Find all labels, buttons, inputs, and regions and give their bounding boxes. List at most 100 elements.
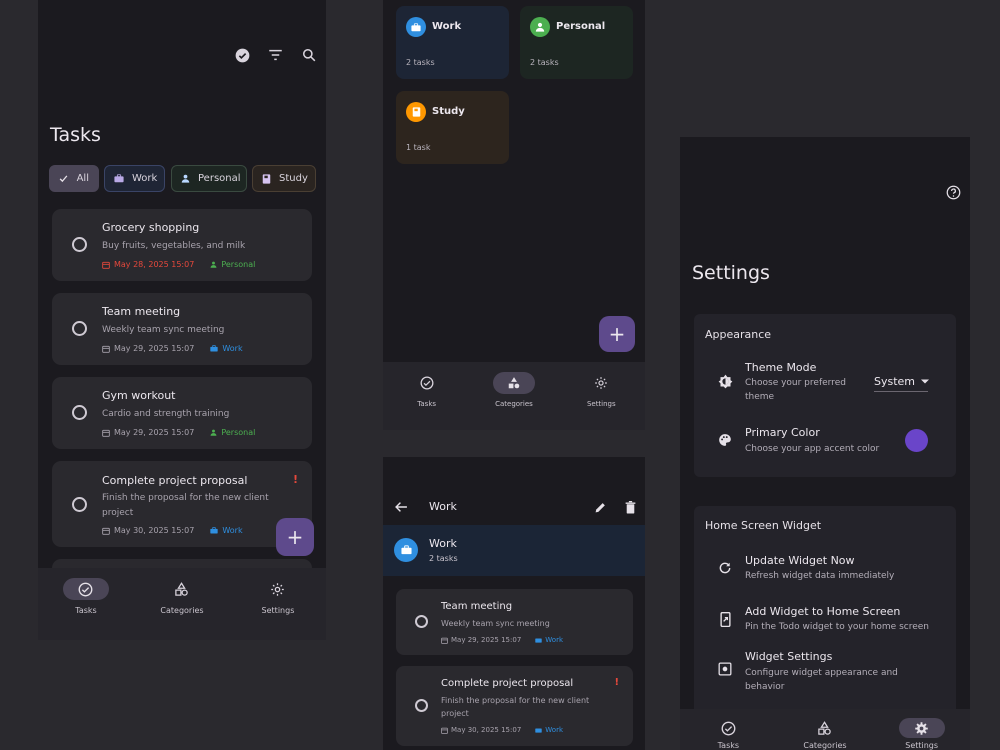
briefcase-icon (114, 174, 124, 184)
person-icon (181, 174, 190, 184)
search-icon[interactable] (300, 46, 318, 64)
nav-tasks[interactable]: Tasks (383, 362, 470, 430)
task-meta: May 29, 2025 15:07 Work (102, 344, 243, 353)
primary-color-row[interactable]: Primary Color Choose your app accent col… (694, 422, 956, 468)
dropdown-value: System (874, 375, 916, 388)
briefcase-icon (535, 637, 542, 643)
task-checkbox[interactable] (72, 497, 87, 512)
page-title: Work (429, 500, 457, 513)
category-name: Personal (556, 21, 606, 32)
category-card-study[interactable]: Study 1 task (396, 91, 509, 164)
gear-icon (898, 718, 945, 738)
book-icon (262, 173, 271, 184)
task-date: May 29, 2025 15:07 (114, 428, 195, 437)
nav-label: Categories (160, 606, 204, 615)
appearance-section: Appearance Theme Mode Choose your prefer… (694, 314, 956, 477)
theme-mode-dropdown[interactable]: System (874, 372, 930, 392)
category-count: 1 task (406, 143, 431, 152)
chip-label: Study (279, 173, 308, 184)
task-date: May 29, 2025 15:07 (451, 636, 522, 644)
filter-chip-study[interactable]: Study (252, 165, 316, 192)
nav-tasks[interactable]: Tasks (38, 568, 134, 640)
task-title: Complete project proposal (441, 678, 574, 689)
row-title: Theme Mode (745, 361, 817, 374)
nav-settings[interactable]: Settings (558, 362, 645, 430)
bottom-nav: Tasks Categories Settings (38, 568, 326, 640)
add-task-button[interactable]: + (276, 518, 314, 556)
calendar-icon (441, 727, 448, 734)
refresh-icon (717, 560, 733, 576)
nav-categories[interactable]: Categories (777, 709, 874, 750)
row-title: Widget Settings (745, 650, 833, 663)
task-checkbox[interactable] (72, 237, 87, 252)
task-date: May 29, 2025 15:07 (114, 344, 195, 353)
task-checkbox[interactable] (72, 405, 87, 420)
category-detail-screen: Work Work 2 tasks Team meeting Weekly te… (383, 457, 645, 750)
category-count: 2 tasks (530, 58, 559, 67)
theme-mode-row[interactable]: Theme Mode Choose your preferred theme S… (694, 356, 956, 408)
color-swatch[interactable] (905, 429, 928, 452)
trash-icon[interactable] (622, 499, 638, 515)
task-date: May 30, 2025 15:07 (114, 526, 195, 535)
nav-tasks[interactable]: Tasks (680, 709, 777, 750)
task-description: Cardio and strength training (102, 409, 230, 419)
settings-screen: Settings Appearance Theme Mode Choose yo… (680, 137, 970, 750)
task-checkbox[interactable] (415, 699, 428, 712)
nav-label: Settings (905, 741, 939, 750)
gear-icon (255, 578, 301, 600)
task-meta: May 30, 2025 15:07 Work (102, 526, 243, 535)
briefcase-icon (210, 345, 218, 352)
gear-icon (578, 372, 624, 394)
task-category: Work (545, 636, 564, 644)
help-icon[interactable] (945, 184, 961, 200)
add-widget-row[interactable]: Add Widget to Home Screen Pin the Todo w… (694, 602, 956, 642)
row-subtitle: Pin the Todo widget to your home screen (745, 622, 929, 632)
task-category: Personal (221, 260, 256, 269)
task-checkbox[interactable] (72, 321, 87, 336)
briefcase-icon (210, 527, 218, 534)
task-card[interactable]: Complete project proposal ! Finish the p… (396, 666, 633, 746)
category-header: Work 2 tasks (383, 525, 645, 576)
calendar-icon (102, 527, 110, 535)
task-date: May 28, 2025 15:07 (114, 260, 195, 269)
task-card[interactable]: Complete project proposal ! Finish the p… (52, 461, 312, 547)
row-title: Update Widget Now (745, 554, 855, 567)
category-count: 2 tasks (429, 554, 458, 563)
tasks-screen: Tasks All Work Personal Study Grocery sh… (38, 0, 326, 640)
person-icon (210, 429, 217, 436)
task-card[interactable]: Gym workout Cardio and strength training… (52, 377, 312, 449)
nav-label: Categories (803, 741, 847, 750)
category-card-personal[interactable]: Personal 2 tasks (520, 6, 633, 79)
chip-label: Personal (198, 173, 241, 184)
check-circle-outline-icon (705, 718, 751, 738)
task-description: Finish the proposal for the new client p… (102, 493, 269, 518)
edit-pencil-icon[interactable] (592, 499, 608, 515)
nav-categories[interactable]: Categories (470, 362, 557, 430)
widget-settings-icon (717, 661, 733, 677)
calendar-icon (441, 637, 448, 644)
calendar-icon (102, 345, 110, 353)
update-widget-row[interactable]: Update Widget Now Refresh widget data im… (694, 551, 956, 591)
task-category: Work (222, 344, 243, 353)
row-subtitle: Choose your app accent color (745, 444, 880, 454)
nav-categories[interactable]: Categories (134, 568, 230, 640)
task-meta: May 28, 2025 15:07 Personal (102, 260, 255, 269)
filter-icon[interactable] (266, 46, 284, 64)
add-category-button[interactable]: + (599, 316, 635, 352)
check-circle-icon[interactable] (233, 46, 251, 64)
nav-settings[interactable]: Settings (873, 709, 970, 750)
nav-settings[interactable]: Settings (230, 568, 326, 640)
filter-chip-work[interactable]: Work (104, 165, 165, 192)
filter-chip-all[interactable]: All (49, 165, 99, 192)
task-title: Gym workout (102, 389, 176, 402)
task-checkbox[interactable] (415, 615, 428, 628)
filter-chip-personal[interactable]: Personal (171, 165, 247, 192)
bottom-nav: Tasks Categories Settings (680, 709, 970, 750)
task-card[interactable]: Team meeting Weekly team sync meeting Ma… (52, 293, 312, 365)
widget-settings-row[interactable]: Widget Settings Configure widget appeara… (694, 649, 956, 701)
task-card[interactable]: Team meeting Weekly team sync meeting Ma… (396, 589, 633, 655)
category-count: 2 tasks (406, 58, 435, 67)
back-arrow-icon[interactable] (393, 499, 409, 515)
task-card[interactable]: Grocery shopping Buy fruits, vegetables,… (52, 209, 312, 281)
category-card-work[interactable]: Work 2 tasks (396, 6, 509, 79)
